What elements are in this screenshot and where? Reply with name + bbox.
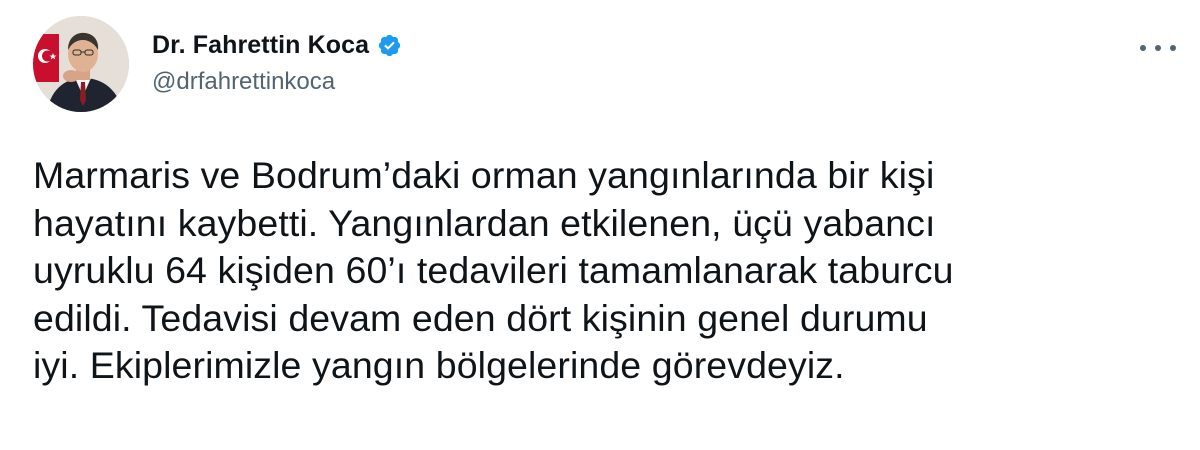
author-info: Dr. Fahrettin Koca @drfahrettinkoca	[152, 28, 402, 96]
tweet-text: Marmaris ve Bodrum’daki orman yangınları…	[33, 154, 954, 386]
verified-badge-icon	[377, 33, 402, 58]
avatar[interactable]	[33, 16, 129, 112]
dot	[1140, 45, 1146, 51]
handle[interactable]: @drfahrettinkoca	[152, 68, 402, 96]
name-row: Dr. Fahrettin Koca	[152, 28, 402, 62]
dot	[1155, 45, 1161, 51]
display-name[interactable]: Dr. Fahrettin Koca	[152, 31, 369, 60]
more-options-icon[interactable]	[1140, 38, 1176, 58]
dot	[1170, 45, 1176, 51]
tweet-card: Dr. Fahrettin Koca @drfahrettinkoca Marm…	[0, 0, 1200, 450]
avatar-image	[33, 16, 129, 112]
